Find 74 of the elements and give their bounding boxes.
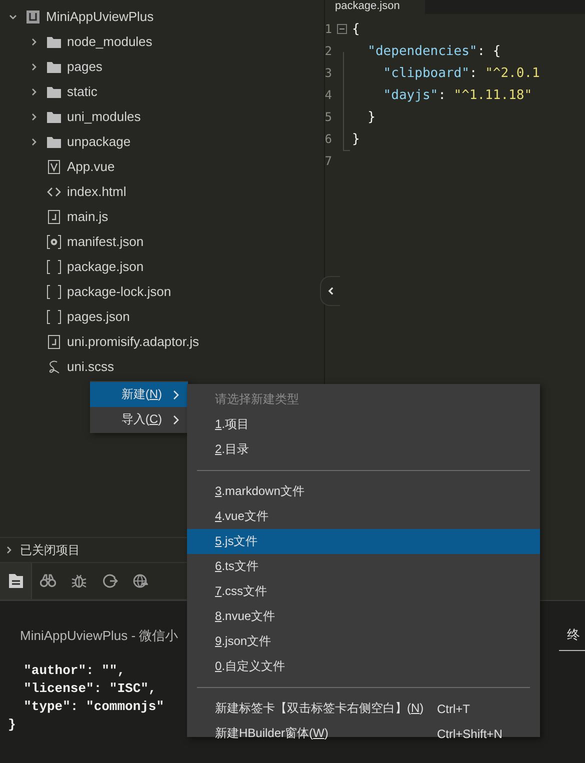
menu-item[interactable]: 0.自定义文件 [187, 654, 540, 679]
brackets-icon [47, 310, 61, 324]
binoculars-icon [40, 573, 56, 589]
vue-file-icon [47, 160, 61, 174]
file-panel-tab[interactable] [0, 563, 32, 599]
folder-icon [47, 60, 61, 74]
line-number: 1 [325, 22, 332, 36]
file-item[interactable]: main.js [67, 209, 108, 224]
folder-item[interactable]: uni_modules [67, 109, 141, 124]
file-item[interactable]: uni.scss [67, 359, 114, 374]
menu-item[interactable]: 导入(C) [90, 407, 188, 432]
file-item[interactable]: manifest.json [67, 234, 144, 249]
folder-item[interactable]: static [67, 84, 98, 99]
folder-icon [47, 134, 61, 148]
menu-item[interactable]: 新建标签卡【双击标签卡右侧空白】(N) Ctrl+T [187, 696, 540, 721]
file-item[interactable]: package.json [67, 259, 144, 274]
file-item[interactable]: package-lock.json [67, 284, 172, 299]
line-number: 5 [325, 110, 332, 124]
brackets-icon [47, 260, 61, 274]
code-line: } [352, 132, 360, 146]
folder-icon [47, 84, 61, 98]
menu-item[interactable]: 1.项目 [187, 412, 540, 437]
menu-item[interactable]: 6.ts文件 [187, 554, 540, 579]
chevron-left-icon [326, 286, 334, 296]
gear-file-icon [47, 234, 61, 248]
folder-item[interactable]: unpackage [67, 134, 131, 149]
file-item[interactable]: App.vue [67, 159, 115, 174]
menu-item[interactable]: 9.json文件 [187, 629, 540, 654]
js-file-icon [47, 210, 61, 224]
console-line: "type": "commonjs" [22, 698, 164, 716]
line-number: 4 [325, 88, 332, 102]
menu-item[interactable]: 3.markdown文件 [187, 479, 540, 504]
file-item[interactable]: index.html [67, 184, 126, 199]
file-item[interactable]: uni.promisify.adaptor.js [67, 334, 199, 349]
circular-arrow-icon [102, 573, 118, 589]
brackets-icon [47, 284, 61, 298]
menu-item[interactable]: 5.js文件 [187, 529, 540, 554]
menu-item[interactable]: 新建HBuilder窗体(W) Ctrl+Shift+N [187, 721, 540, 746]
code-line: { [352, 22, 360, 36]
swirl-file-icon [47, 360, 61, 374]
menu-item[interactable]: 2.目录 [187, 437, 540, 462]
code-brackets-icon [47, 184, 61, 198]
console-title: MiniAppUviewPlus - 微信小 [20, 627, 178, 645]
line-number: 7 [325, 154, 332, 168]
bug-icon [70, 573, 86, 589]
code-line: } [366, 110, 376, 124]
project-icon [26, 10, 40, 24]
console-line: "author": "", [22, 662, 126, 680]
console-line: } [8, 716, 16, 734]
file-panel-icon [8, 573, 24, 589]
folder-item[interactable]: pages [67, 59, 102, 74]
code-line: "dependencies": { [366, 44, 501, 58]
file-item[interactable]: pages.json [67, 309, 130, 324]
menu-item[interactable]: 7.css文件 [187, 579, 540, 604]
code-line: "clipboard": "^2.0.1 [382, 66, 540, 80]
line-number: 3 [325, 66, 332, 80]
menu-item[interactable]: 8.nvue文件 [187, 604, 540, 629]
project-item[interactable]: MiniAppUviewPlus [46, 9, 154, 24]
folder-item[interactable]: node_modules [67, 34, 152, 49]
code-line: "dayjs": "^1.11.18" [382, 88, 532, 102]
line-number: 2 [325, 44, 332, 58]
editor-tab[interactable]: package.json [325, 0, 425, 14]
menu-item[interactable]: 新建(N) [90, 382, 188, 407]
closed-projects-item[interactable]: 已关闭项目 [20, 542, 80, 558]
js-file-icon [47, 334, 61, 348]
folder-icon [47, 110, 61, 124]
line-number: 6 [325, 132, 332, 146]
collapse-sidebar-button[interactable] [320, 276, 340, 306]
menu-header: 请选择新建类型 [214, 391, 300, 408]
terminal-tab[interactable]: 终 [559, 622, 585, 650]
console-line: "license": "ISC", [22, 680, 156, 698]
globe-cloud-icon [132, 573, 148, 589]
menu-item[interactable]: 4.vue文件 [187, 504, 540, 529]
folder-icon [47, 34, 61, 48]
